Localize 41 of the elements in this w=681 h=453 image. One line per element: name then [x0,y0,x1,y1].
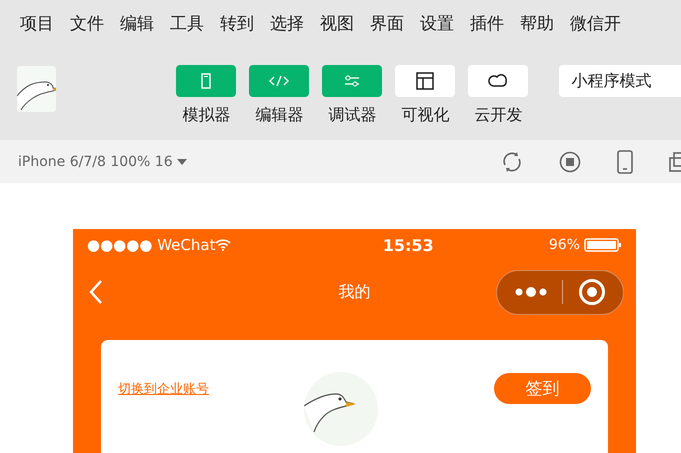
menu-item[interactable]: 项目 [20,12,54,34]
toolbar-label: 调试器 [328,105,376,126]
stop-icon[interactable] [559,150,581,172]
cloud-icon [488,74,508,88]
mode-select[interactable]: 小程序模式 [559,65,681,97]
toolbar-label: 云开发 [474,105,522,126]
menu-item[interactable]: 工具 [170,12,204,34]
battery-icon [584,238,622,252]
code-icon [269,75,290,87]
phone-icon[interactable] [617,150,633,174]
toolbar-button[interactable] [395,65,456,97]
toolbar-label: 可视化 [401,105,450,126]
device-select[interactable]: iPhone 6/7/8 100% 16 [18,154,187,170]
menu-item[interactable]: 转到 [220,12,254,34]
menu-item[interactable]: 文件 [70,12,104,34]
carrier-text: ●●●●● WeChat [87,236,216,254]
toolbar-label: 编辑器 [255,105,304,126]
layout-icon [416,72,434,90]
back-icon[interactable] [89,279,103,305]
menu-item[interactable]: 帮助 [520,12,554,34]
page-title: 我的 [338,282,370,302]
refresh-icon[interactable] [501,150,523,172]
caret-icon [176,158,187,164]
menu-item[interactable]: 编辑 [120,12,154,34]
battery-percent: 96% [548,237,580,253]
more-icon[interactable] [514,286,548,298]
status-time: 15:53 [382,236,434,254]
toolbar-button[interactable] [468,65,528,97]
menu-item[interactable]: 微信开 [570,12,621,34]
wifi-icon [215,239,232,251]
phone-icon [199,73,214,89]
menu-item[interactable]: 选择 [270,12,304,34]
menu-item[interactable]: 设置 [420,12,454,34]
menu-item[interactable]: 插件 [470,12,504,34]
menu-item[interactable]: 界面 [370,12,404,34]
capsule-menu[interactable] [496,270,624,314]
project-avatar[interactable] [17,66,56,112]
toolbar-label: 模拟器 [182,105,230,126]
copy-icon[interactable] [669,152,681,172]
menu-item[interactable]: 视图 [320,12,354,34]
sliders-icon [344,75,360,87]
